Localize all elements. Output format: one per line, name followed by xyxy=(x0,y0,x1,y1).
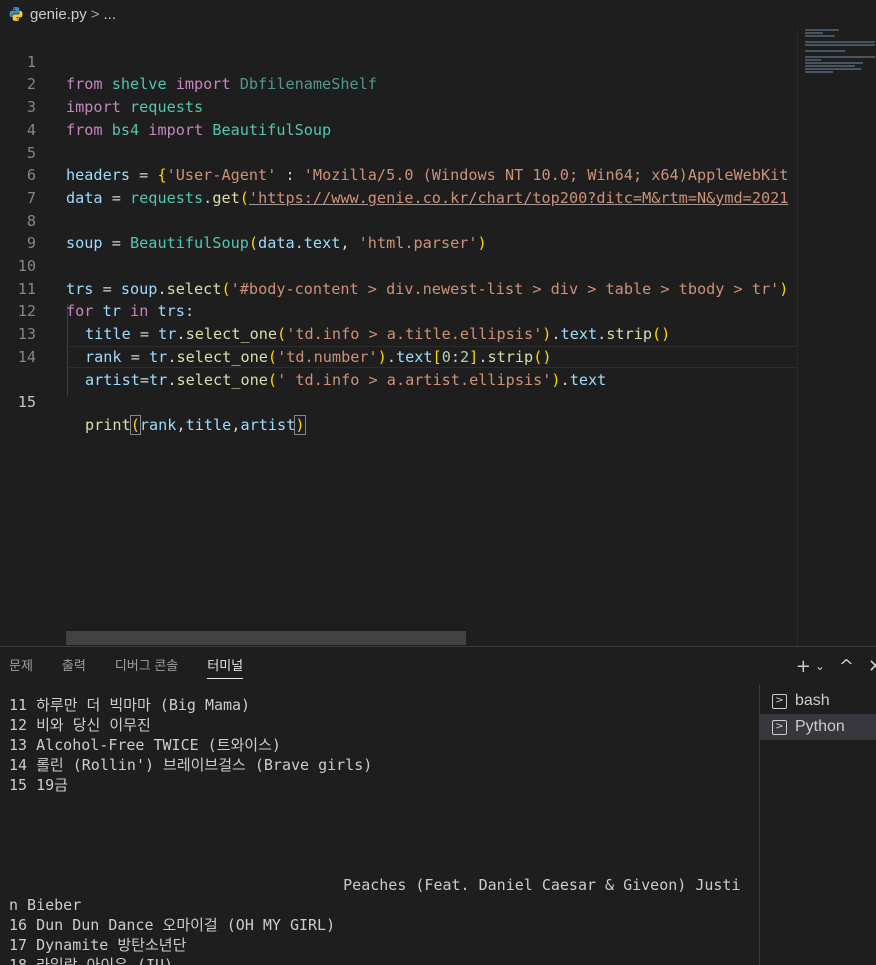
code-line-current: 15 print(rank,title,artist) xyxy=(0,345,797,435)
terminal-output[interactable]: 11 하루만 더 빅마마 (Big Mama) 12 비와 당신 이무진 13 … xyxy=(0,685,759,965)
code-line: 10 trs = soup.select('#body-content > di… xyxy=(0,232,797,298)
code-line: 8 soup = BeautifulSoup(data.text, 'html.… xyxy=(0,187,797,253)
code-editor[interactable]: 1 from shelve import DbfilenameShelf 2 i… xyxy=(0,28,797,646)
minimap-line xyxy=(805,68,861,70)
terminal-line: 17 Dynamite 방탄소년단 xyxy=(9,936,187,954)
minimap-line xyxy=(805,59,821,61)
terminal-sessions: > bash > Python xyxy=(759,685,876,965)
terminal-session-label: Python xyxy=(795,718,845,735)
terminal-line: 13 Alcohol-Free TWICE (트와이스) xyxy=(9,736,281,754)
code-line: 4 xyxy=(0,96,797,139)
terminal-line: 15 19금 xyxy=(9,776,68,794)
terminal-line: Peaches (Feat. Daniel Caesar & Giveon) J… xyxy=(9,876,741,894)
code-line: 2 import requests xyxy=(0,51,797,116)
tab-debug-console[interactable]: 디버그 콘솔 xyxy=(115,647,178,685)
terminal-line: 16 Dun Dun Dance 오마이걸 (OH MY GIRL) xyxy=(9,916,336,934)
panel-actions: + ⌄ ^ ✕ xyxy=(796,647,876,685)
current-line-highlight xyxy=(66,345,797,368)
terminal-line: 12 비와 당신 이무진 xyxy=(9,716,151,734)
minimap-line xyxy=(805,44,875,46)
terminal-icon: > xyxy=(772,719,787,735)
code-line: 5 headers = {'User-Agent' : 'Mozilla/5.0… xyxy=(0,119,797,185)
minimap-line xyxy=(805,29,839,31)
minimap-line xyxy=(805,56,875,58)
breadcrumb-file[interactable]: genie.py xyxy=(30,6,87,23)
minimap-line xyxy=(805,71,833,73)
minimap[interactable] xyxy=(797,28,876,646)
code-line: 9 xyxy=(0,210,797,252)
minimap-line xyxy=(805,35,835,37)
code-line: 11 for tr in trs: xyxy=(0,255,797,321)
code-line: 3 from bs4 import BeautifulSoup xyxy=(0,73,797,139)
panel-tabs: 문제 출력 디버그 콘솔 터미널 xyxy=(0,647,263,685)
breadcrumb-more[interactable]: ... xyxy=(103,6,116,23)
breadcrumb-separator: > xyxy=(90,5,100,23)
tab-output[interactable]: 출력 xyxy=(62,647,86,685)
terminal-line: 11 하루만 더 빅마마 (Big Mama) xyxy=(9,696,251,714)
minimap-line xyxy=(805,50,845,52)
chevron-down-icon[interactable]: ⌄ xyxy=(815,659,825,673)
tab-terminal[interactable]: 터미널 xyxy=(207,647,243,685)
minimap-line xyxy=(805,41,875,43)
bottom-panel: 문제 출력 디버그 콘솔 터미널 + ⌄ ^ ✕ 11 하루만 더 빅마마 (B… xyxy=(0,646,876,965)
code-line: 6 data = requests.get('https://www.genie… xyxy=(0,142,797,207)
minimap-line xyxy=(805,62,863,64)
minimap-line xyxy=(805,65,855,67)
tab-problems[interactable]: 문제 xyxy=(9,647,33,685)
terminal-session-bash[interactable]: > bash xyxy=(760,688,876,714)
terminal-session-python[interactable]: > Python xyxy=(760,714,876,740)
code-line: 12 title = tr.select_one('td.info > a.ti… xyxy=(0,278,797,343)
python-file-icon xyxy=(9,7,23,21)
code-line: 14 artist=tr.select_one(' td.info > a.ar… xyxy=(0,323,797,389)
code-line: 13 rank = tr.select_one('td.number').tex… xyxy=(0,300,797,366)
code-line: 7 xyxy=(0,164,797,207)
minimap-line xyxy=(805,32,823,34)
terminal-line: n Bieber xyxy=(9,896,82,914)
code-line: 1 from shelve import DbfilenameShelf xyxy=(0,28,797,94)
add-terminal-icon[interactable]: + xyxy=(796,656,811,677)
more-actions-icon[interactable]: ✕ xyxy=(868,656,876,677)
line-number: 15 xyxy=(17,393,36,412)
breadcrumb: genie.py > ... xyxy=(0,0,876,28)
terminal-line: 14 롤린 (Rollin') 브레이브걸스 (Brave girls) xyxy=(9,756,373,774)
maximize-panel-icon[interactable]: ^ xyxy=(839,656,854,677)
terminal-session-label: bash xyxy=(795,692,830,709)
terminal-icon: > xyxy=(772,693,787,709)
horizontal-scrollbar[interactable] xyxy=(66,631,466,645)
